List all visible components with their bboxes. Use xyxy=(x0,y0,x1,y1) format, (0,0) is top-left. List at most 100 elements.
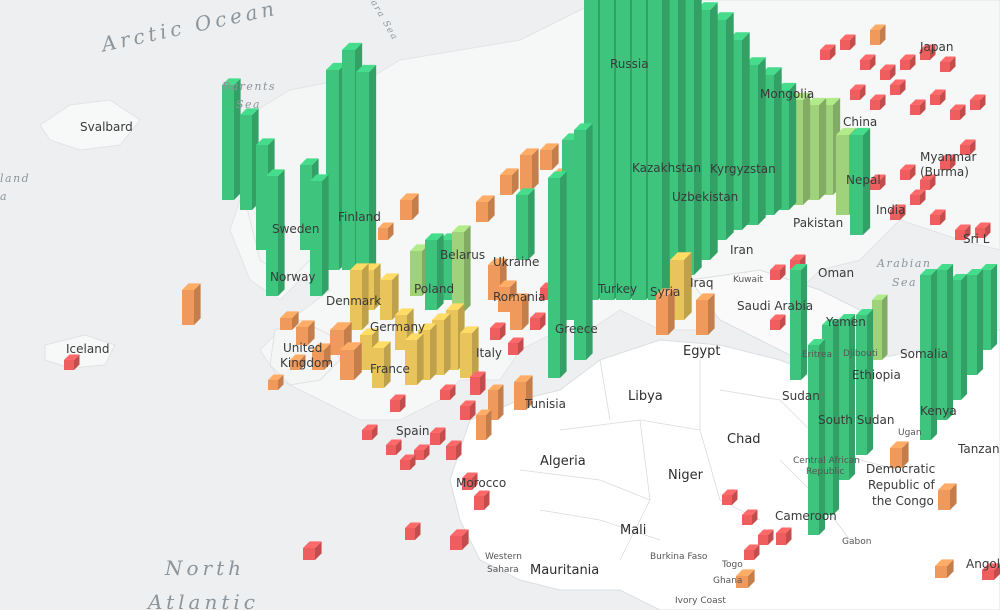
label-djibouti: Djibouti xyxy=(843,349,878,359)
label-sahara: Sahara xyxy=(487,565,519,575)
map-bar xyxy=(508,337,524,355)
label-ukraine: Ukraine xyxy=(493,255,540,269)
map-bar xyxy=(900,164,916,180)
label-poland: Poland xyxy=(414,282,455,296)
barents-sea-label-2: Sea xyxy=(236,98,262,111)
map-bar xyxy=(808,338,826,535)
label-kuwait: Kuwait xyxy=(733,275,764,285)
label-china: China xyxy=(843,115,878,129)
map-bar xyxy=(280,311,299,330)
label-myanmar: Myanmar xyxy=(920,150,977,164)
barents-sea-label: Barents xyxy=(222,80,277,93)
map-bar xyxy=(744,544,760,560)
label-belarus: Belarus xyxy=(440,248,486,262)
map-bar xyxy=(430,427,446,445)
map-bar xyxy=(696,293,715,335)
map-bar xyxy=(450,529,469,550)
label-romania: Romania xyxy=(493,290,546,304)
label-kyrgyzstan: Kyrgyzstan xyxy=(710,162,776,176)
map-bar xyxy=(268,374,284,390)
label-drc-3: the Congo xyxy=(872,494,934,508)
label-sweden: Sweden xyxy=(272,222,320,236)
map-bar xyxy=(870,94,886,110)
map-view[interactable]: Arctic Ocean North Atlantic Barents Sea … xyxy=(0,0,1000,610)
label-iceland: Iceland xyxy=(66,342,110,356)
map-bar xyxy=(470,371,486,395)
map-bar xyxy=(64,354,80,370)
label-eritrea: Eritrea xyxy=(802,350,832,360)
map-bar xyxy=(182,283,201,325)
label-tanzania: Tanzan xyxy=(958,442,1000,456)
greenland-sea-label: land xyxy=(0,172,31,185)
label-burkina: Burkina Faso xyxy=(650,552,708,562)
map-bar xyxy=(400,454,416,470)
map-bar xyxy=(500,168,519,195)
map-bar xyxy=(474,490,490,510)
map-bar xyxy=(880,64,896,80)
label-syria: Syria xyxy=(650,285,681,299)
label-drc-1: Democratic xyxy=(866,462,936,476)
map-bar xyxy=(490,322,506,340)
arabian-sea-label-2: Sea xyxy=(892,276,918,289)
map-bar xyxy=(890,79,906,95)
map-bar xyxy=(516,188,535,260)
label-gabon: Gabon xyxy=(842,537,872,547)
map-bar xyxy=(776,527,792,545)
map-bar xyxy=(770,264,786,280)
label-algeria: Algeria xyxy=(540,454,586,469)
map-bar xyxy=(970,94,986,110)
label-nepal: Nepal xyxy=(846,173,881,187)
label-burma: (Burma) xyxy=(920,165,969,179)
map-bar xyxy=(938,483,957,510)
map-bar xyxy=(910,99,926,115)
map-bar xyxy=(722,489,738,505)
label-finland: Finland xyxy=(338,210,381,224)
map-bar xyxy=(966,268,984,375)
label-russia: Russia xyxy=(610,57,649,71)
map-bar xyxy=(930,89,946,105)
label-yemen: Yemen xyxy=(826,315,866,329)
map-bar xyxy=(790,263,808,380)
map-bar xyxy=(390,394,406,412)
map-bar xyxy=(356,64,377,282)
map-bar xyxy=(940,56,956,72)
label-greece: Greece xyxy=(555,322,598,336)
label-japan: Japan xyxy=(920,40,954,54)
label-ghana: Ghana xyxy=(713,576,743,586)
label-oman: Oman xyxy=(818,266,855,280)
map-bar xyxy=(900,54,916,70)
label-sudan: Sudan xyxy=(782,389,820,403)
map-bar xyxy=(936,263,954,420)
label-western: Western xyxy=(485,552,522,562)
map-bar xyxy=(520,148,539,190)
label-chad: Chad xyxy=(727,432,761,447)
label-italy: Italy xyxy=(476,346,503,360)
label-tunisia: Tunisia xyxy=(525,397,566,411)
map-bar xyxy=(386,439,402,455)
map-bar xyxy=(648,0,670,300)
map-bar xyxy=(240,108,259,210)
map-bar xyxy=(850,84,866,100)
map-bar xyxy=(910,189,926,205)
map-bar xyxy=(380,273,399,320)
label-germany: Germany xyxy=(370,320,426,334)
label-iran: Iran xyxy=(730,243,754,257)
label-kazakhstan: Kazakhstan xyxy=(632,161,702,175)
label-uzbekistan: Uzbekistan xyxy=(672,190,739,204)
map-bar xyxy=(870,24,886,45)
label-ivory-coast: Ivory Coast xyxy=(675,596,726,606)
map-bar xyxy=(440,384,456,400)
label-car-1: Central African xyxy=(793,456,861,466)
label-drc-2: Republic of xyxy=(868,478,935,492)
label-sri-lanka: Sri L xyxy=(963,232,990,246)
label-india: India xyxy=(876,203,906,217)
label-mongolia: Mongolia xyxy=(760,87,815,101)
map-bar xyxy=(222,78,241,200)
label-libya: Libya xyxy=(628,389,663,404)
map-bar xyxy=(758,529,774,545)
map-bar xyxy=(950,104,966,120)
map-bar xyxy=(400,193,419,220)
map-bar xyxy=(540,143,559,170)
greenland-sea-label-2: a xyxy=(0,190,9,203)
map-bar xyxy=(446,440,462,460)
